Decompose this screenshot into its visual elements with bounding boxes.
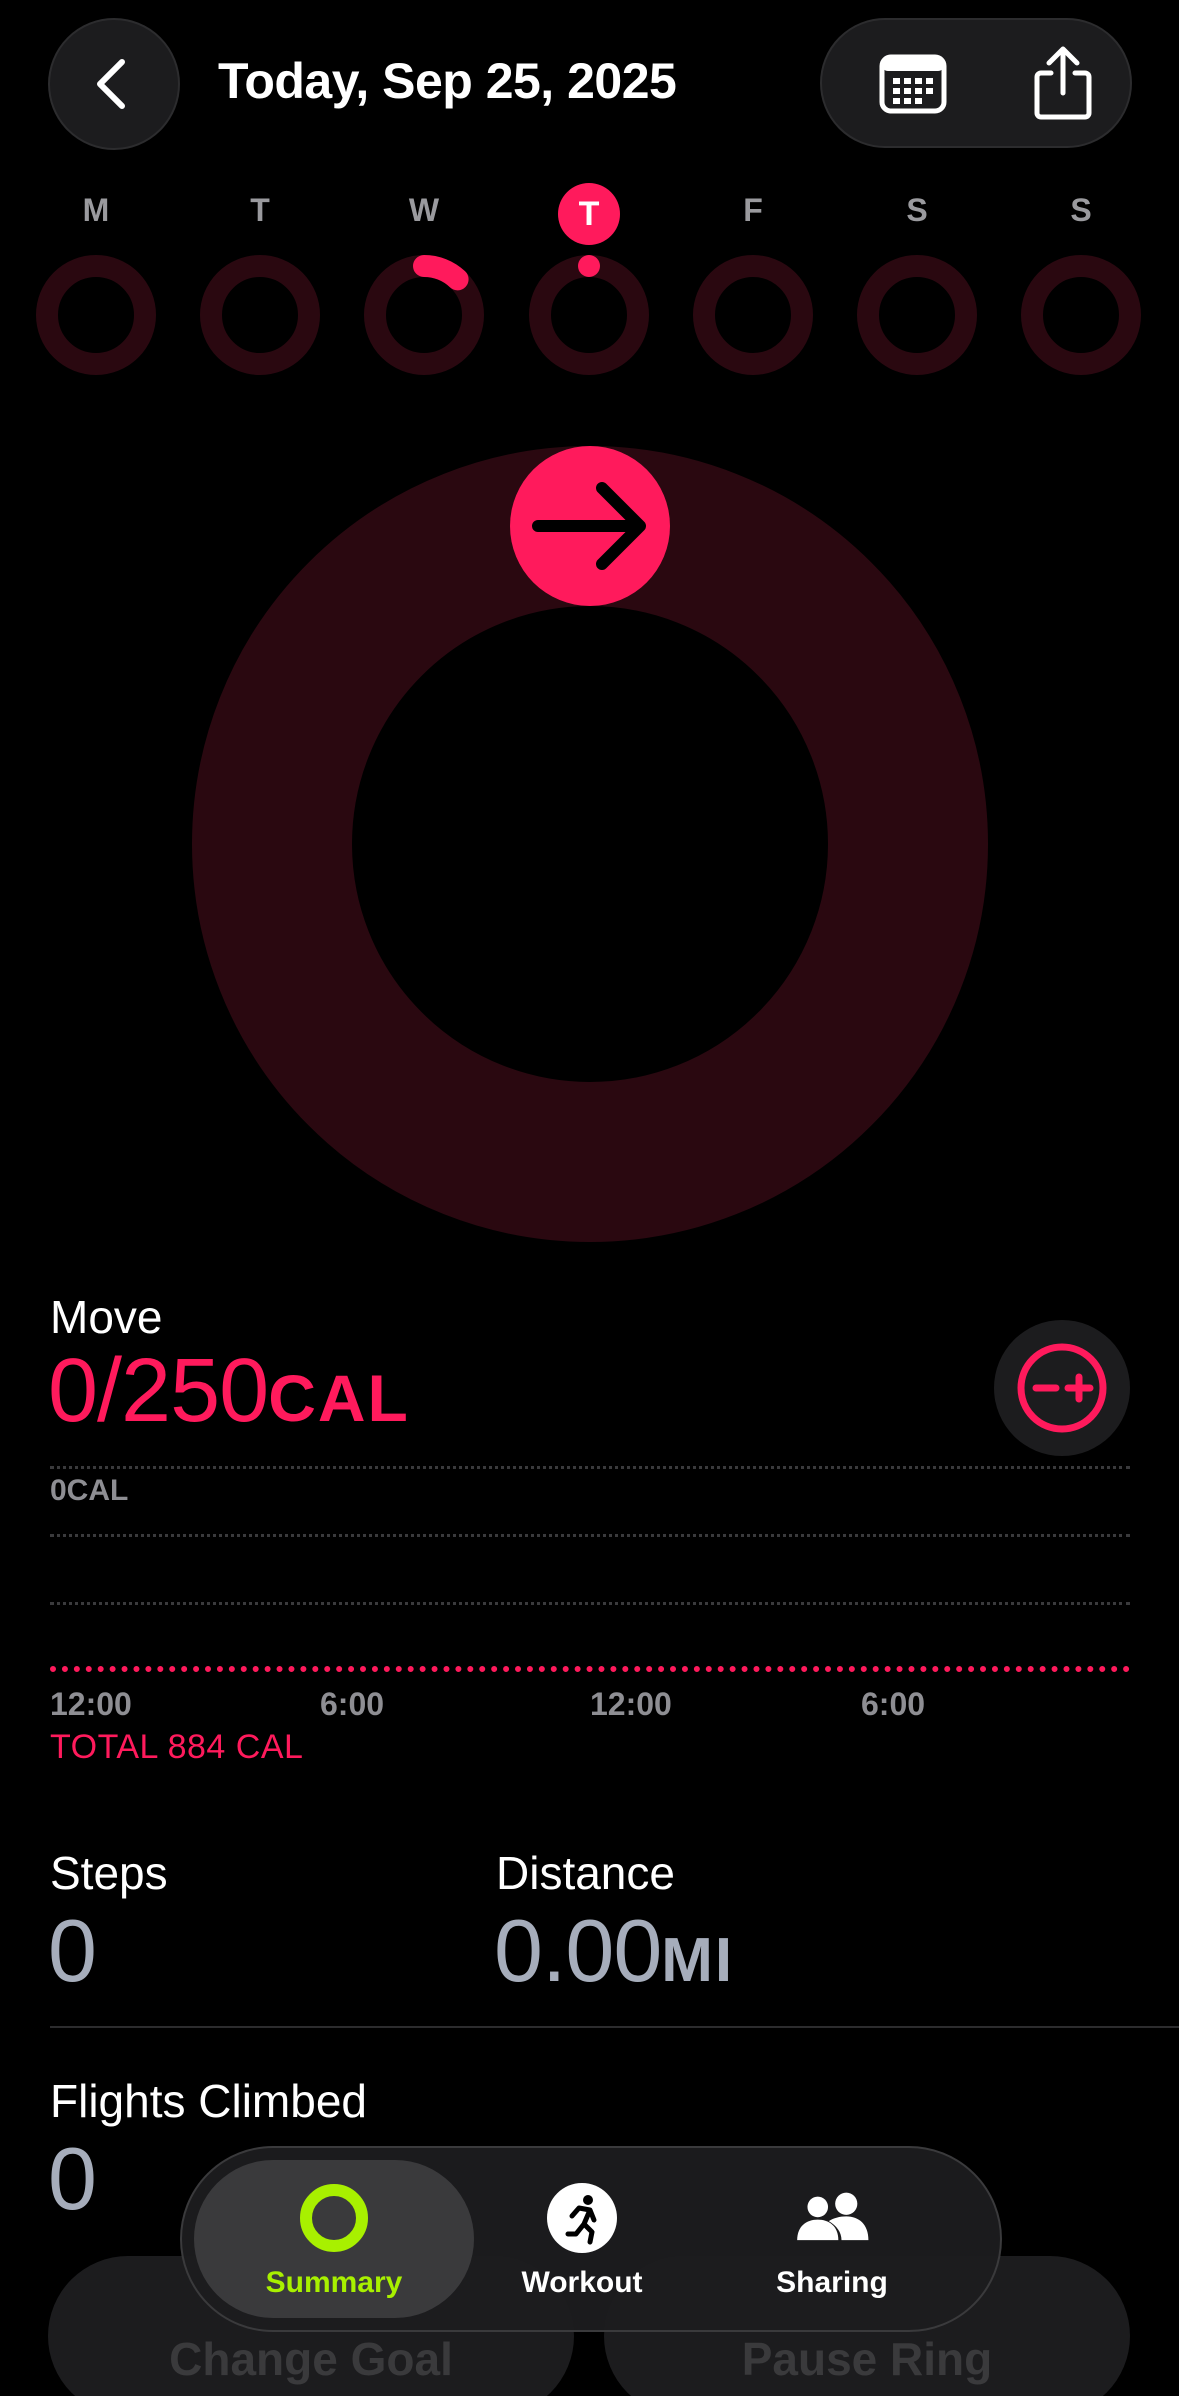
chart-baseline [50, 1666, 1130, 1672]
tab-sharing[interactable]: Sharing [712, 2160, 952, 2318]
move-ring [192, 446, 988, 1242]
tab-bar: Summary Workout Sharing [180, 2146, 1002, 2332]
chart-y-label: 0CAL [50, 1474, 129, 1507]
move-value: 0/250CAL [48, 1340, 410, 1443]
move-value-unit: CAL [268, 1361, 410, 1435]
day-letter[interactable]: F [723, 192, 783, 229]
minus-plus-icon [1017, 1343, 1107, 1433]
day-ring[interactable] [1020, 254, 1142, 376]
chart-gridline [50, 1602, 1130, 1605]
distance-unit: MI [661, 1926, 735, 1995]
back-button[interactable] [48, 18, 180, 150]
flights-label: Flights Climbed [50, 2075, 367, 2127]
running-figure-icon [544, 2180, 620, 2256]
day-letter[interactable]: S [1051, 192, 1111, 229]
divider [50, 2026, 1179, 2028]
tab-summary-label: Summary [265, 2266, 403, 2299]
chart-gridline [50, 1534, 1130, 1537]
chart-x-tick: 12:00 [50, 1686, 132, 1722]
tab-summary[interactable]: Summary [194, 2160, 474, 2318]
move-ring-track [192, 446, 988, 1242]
distance-label: Distance [496, 1847, 675, 1899]
flights-value: 0 [48, 2129, 97, 2228]
day-letter[interactable]: T [230, 192, 290, 229]
tab-workout-label: Workout [521, 2266, 643, 2299]
day-letter[interactable]: S [887, 192, 947, 229]
activity-ring-icon [296, 2180, 372, 2256]
steps-label: Steps [50, 1847, 168, 1899]
day-ring[interactable] [692, 254, 814, 376]
tab-workout[interactable]: Workout [472, 2160, 692, 2318]
chart-gridline [50, 1466, 1130, 1469]
day-letter[interactable]: M [66, 192, 126, 229]
chart-x-tick: 6:00 [320, 1686, 385, 1722]
calendar-button[interactable] [848, 20, 978, 146]
total-calories: TOTAL 884 CAL [50, 1728, 304, 1766]
share-button[interactable] [998, 20, 1128, 146]
chevron-left-icon [97, 59, 125, 109]
page-title: Today, Sep 25, 2025 [218, 53, 677, 109]
move-value-number: 0/250 [48, 1341, 269, 1441]
day-letter[interactable]: W [394, 192, 454, 229]
move-label: Move [50, 1291, 163, 1343]
tab-sharing-label: Sharing [776, 2266, 888, 2299]
day-ring[interactable] [199, 254, 321, 376]
day-ring-start-cap [578, 255, 600, 277]
day-letter[interactable]: T [558, 183, 620, 245]
distance-number: 0.00 [494, 1901, 662, 2000]
share-icon [1034, 46, 1092, 120]
header-actions [820, 18, 1132, 148]
distance-value: 0.00MI [494, 1900, 734, 2002]
people-icon [794, 2180, 870, 2256]
day-ring[interactable] [35, 254, 157, 376]
steps-value: 0 [48, 1901, 97, 2000]
day-ring[interactable] [363, 254, 485, 376]
chart-x-tick: 12:00 [590, 1686, 672, 1722]
adjust-goal-button[interactable] [994, 1320, 1130, 1456]
chart-x-tick: 6:00 [861, 1686, 926, 1722]
day-ring[interactable] [856, 254, 978, 376]
calendar-icon [879, 54, 947, 114]
day-ring[interactable] [528, 254, 650, 376]
